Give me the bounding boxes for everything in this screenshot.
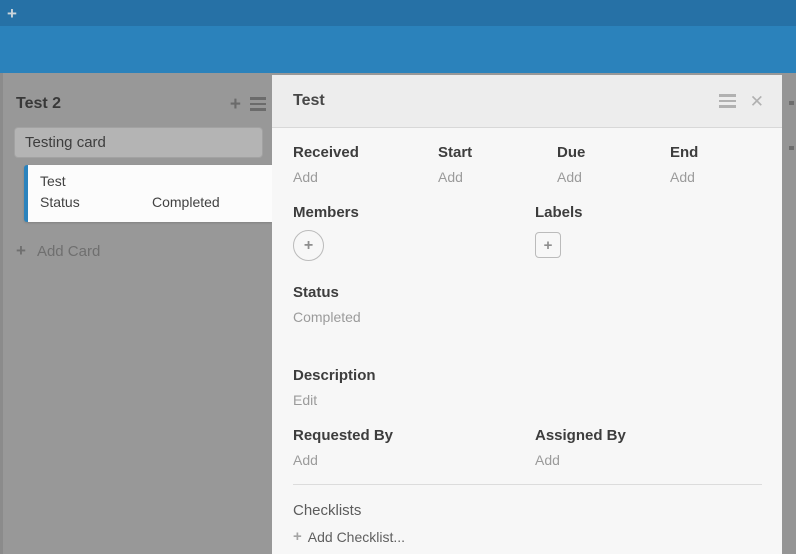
add-label-button[interactable]: + bbox=[535, 232, 561, 258]
description-edit-link[interactable]: Edit bbox=[293, 392, 762, 408]
checklists-section: Checklists + Add Checklist... bbox=[293, 502, 762, 545]
requested-by-field: Requested By Add bbox=[293, 427, 535, 468]
checklists-title: Checklists bbox=[293, 502, 762, 519]
date-add-link[interactable]: Add bbox=[670, 169, 762, 185]
hidden-list-icon-fragment bbox=[789, 146, 794, 150]
date-label: Due bbox=[557, 144, 670, 161]
section-divider bbox=[293, 484, 762, 485]
list-header: Test 2 + bbox=[16, 92, 266, 116]
add-card-label: Add Card bbox=[37, 243, 100, 260]
date-field-received: Received Add bbox=[293, 144, 438, 185]
members-labels-buttons: + + bbox=[293, 230, 762, 261]
labels-label: Labels bbox=[535, 204, 762, 221]
date-label: Received bbox=[293, 144, 438, 161]
date-field-due: Due Add bbox=[557, 144, 670, 185]
add-checklist-plus-icon: + bbox=[293, 528, 302, 545]
board-left-edge bbox=[0, 73, 3, 554]
add-card-button[interactable]: + Add Card bbox=[16, 241, 100, 261]
close-icon[interactable]: ✕ bbox=[750, 93, 764, 110]
board-right-sliver bbox=[782, 73, 796, 554]
app-window: + Test 2 + Test Status Completed + Add C… bbox=[0, 0, 796, 554]
card-detail-header-icons: ✕ bbox=[719, 93, 764, 110]
date-field-start: Start Add bbox=[438, 144, 557, 185]
date-add-link[interactable]: Add bbox=[557, 169, 670, 185]
requested-by-add-link[interactable]: Add bbox=[293, 452, 535, 468]
add-checklist-label: Add Checklist... bbox=[308, 529, 405, 545]
date-label: End bbox=[670, 144, 762, 161]
add-card-plus-icon: + bbox=[16, 241, 26, 261]
new-card-title-input[interactable] bbox=[14, 127, 263, 158]
card-detail-body: Received Add Start Add Due Add End Add bbox=[272, 128, 782, 554]
list-title: Test 2 bbox=[16, 95, 61, 113]
list-header-icons: + bbox=[230, 95, 266, 114]
status-label: Status bbox=[293, 284, 762, 301]
date-add-link[interactable]: Add bbox=[293, 169, 438, 185]
list-add-card-icon[interactable]: + bbox=[230, 95, 241, 114]
top-navigation-bar: + bbox=[0, 0, 796, 26]
add-member-button[interactable]: + bbox=[293, 230, 324, 261]
date-label: Start bbox=[438, 144, 557, 161]
hidden-list-icon-fragment bbox=[789, 101, 794, 105]
mini-card-field: Status Completed bbox=[40, 194, 272, 210]
members-labels-row: Members Labels bbox=[293, 204, 762, 221]
mini-card[interactable]: Test Status Completed bbox=[24, 165, 272, 222]
status-value[interactable]: Completed bbox=[293, 309, 762, 325]
date-add-link[interactable]: Add bbox=[438, 169, 557, 185]
card-detail-panel: Test ✕ Received Add Start Add Due Add bbox=[272, 75, 782, 554]
description-label: Description bbox=[293, 367, 762, 384]
add-checklist-button[interactable]: + Add Checklist... bbox=[293, 528, 762, 545]
dates-row: Received Add Start Add Due Add End Add bbox=[293, 144, 762, 185]
list-menu-icon[interactable] bbox=[250, 97, 266, 111]
card-detail-title: Test bbox=[293, 92, 325, 110]
requested-by-label: Requested By bbox=[293, 427, 535, 444]
people-row: Requested By Add Assigned By Add bbox=[293, 427, 762, 468]
add-board-icon[interactable]: + bbox=[7, 5, 17, 22]
board-header-bar bbox=[0, 26, 796, 73]
mini-card-title: Test bbox=[40, 173, 272, 189]
date-field-end: End Add bbox=[670, 144, 762, 185]
description-field: Description Edit bbox=[293, 367, 762, 408]
assigned-by-label: Assigned By bbox=[535, 427, 762, 444]
members-label: Members bbox=[293, 204, 535, 221]
card-menu-icon[interactable] bbox=[719, 94, 736, 108]
assigned-by-field: Assigned By Add bbox=[535, 427, 762, 468]
mini-card-field-label: Status bbox=[40, 194, 152, 210]
assigned-by-add-link[interactable]: Add bbox=[535, 452, 762, 468]
mini-card-field-value: Completed bbox=[152, 194, 220, 210]
status-field: Status Completed bbox=[293, 284, 762, 325]
card-detail-header: Test ✕ bbox=[272, 75, 782, 128]
